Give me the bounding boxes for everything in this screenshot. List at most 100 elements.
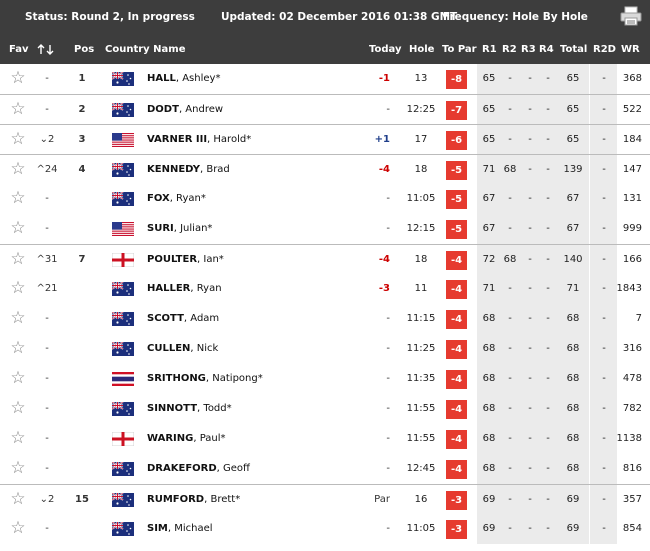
player-name[interactable]: POULTER, Ian* — [147, 245, 224, 275]
position: 7 — [78, 254, 86, 265]
position — [72, 514, 92, 544]
table-row[interactable]: ☆ ⌄2 15 RUMFORD, Brett* Par 16 -3 69 - -… — [0, 484, 650, 514]
player-name[interactable]: CULLEN, Nick — [147, 334, 218, 364]
position-move: - — [45, 463, 49, 474]
world-ranking: 782 — [622, 403, 642, 414]
table-row[interactable]: ☆ - FOX, Ryan* - 11:05 -5 67 - - - 67 - … — [0, 184, 650, 214]
table-row[interactable]: ☆ ^31 7 POULTER, Ian* -4 18 -4 72 68 - -… — [0, 244, 650, 274]
world-ranking: 1843 — [616, 283, 642, 294]
star-outline-icon[interactable]: ☆ — [8, 394, 28, 424]
col-fav[interactable]: Fav — [9, 44, 29, 55]
col-r1[interactable]: R1 — [482, 44, 497, 55]
col-r3[interactable]: R3 — [521, 44, 536, 55]
position — [72, 304, 92, 334]
star-outline-icon[interactable]: ☆ — [8, 245, 28, 275]
col-wr[interactable]: WR — [621, 44, 640, 55]
star-outline-icon[interactable]: ☆ — [8, 184, 28, 214]
player-name[interactable]: SINNOTT, Todd* — [147, 394, 232, 424]
player-name[interactable]: VARNER III, Harold* — [147, 125, 251, 155]
player-name[interactable]: WARING, Paul* — [147, 424, 226, 454]
star-outline-icon[interactable]: ☆ — [8, 424, 28, 454]
today-score: - — [386, 193, 390, 204]
printer-icon[interactable] — [620, 6, 642, 26]
table-row[interactable]: ☆ - WARING, Paul* - 11:55 -4 68 - - - 68… — [0, 424, 650, 454]
col-r4[interactable]: R4 — [539, 44, 554, 55]
table-row[interactable]: ☆ - 1 HALL, Ashley* -1 13 -8 65 - - - 65… — [0, 64, 650, 94]
player-name[interactable]: DODT, Andrew — [147, 95, 223, 125]
position-move: ^24 — [36, 164, 58, 175]
table-row[interactable]: ☆ - SCOTT, Adam - 11:15 -4 68 - - - 68 -… — [0, 304, 650, 334]
round-4: - — [546, 223, 550, 234]
star-outline-icon[interactable]: ☆ — [8, 125, 28, 155]
player-name[interactable]: RUMFORD, Brett* — [147, 485, 240, 515]
star-outline-icon[interactable]: ☆ — [8, 214, 28, 244]
today-score: - — [386, 104, 390, 115]
table-row[interactable]: ☆ - SIM, Michael - 11:05 -3 69 - - - 69 … — [0, 514, 650, 544]
col-to-par[interactable]: To Par — [442, 44, 477, 55]
table-row[interactable]: ☆ - 2 DODT, Andrew - 12:25 -7 65 - - - 6… — [0, 94, 650, 124]
star-outline-icon[interactable]: ☆ — [8, 514, 28, 544]
star-outline-icon[interactable]: ☆ — [8, 274, 28, 304]
player-name[interactable]: DRAKEFORD, Geoff — [147, 454, 250, 484]
position-move: - — [45, 73, 49, 84]
star-outline-icon[interactable]: ☆ — [8, 364, 28, 394]
star-outline-icon[interactable]: ☆ — [8, 485, 28, 515]
table-row[interactable]: ☆ - CULLEN, Nick - 11:25 -4 68 - - - 68 … — [0, 334, 650, 364]
round-3: - — [528, 134, 532, 145]
star-outline-icon[interactable]: ☆ — [8, 334, 28, 364]
player-name[interactable]: SRITHONG, Natipong* — [147, 364, 263, 394]
star-outline-icon[interactable]: ☆ — [8, 304, 28, 334]
star-outline-icon[interactable]: ☆ — [8, 64, 28, 94]
round-4: - — [546, 463, 550, 474]
star-outline-icon[interactable]: ☆ — [8, 454, 28, 484]
round-2: - — [508, 433, 512, 444]
table-row[interactable]: ☆ - SRITHONG, Natipong* - 11:35 -4 68 - … — [0, 364, 650, 394]
col-r2[interactable]: R2 — [502, 44, 517, 55]
total-score: 68 — [566, 313, 580, 324]
col-country-name[interactable]: Country Name — [105, 44, 185, 55]
col-hole[interactable]: Hole — [409, 44, 434, 55]
hole: 18 — [414, 254, 428, 265]
player-name[interactable]: SIM, Michael — [147, 514, 213, 544]
col-pos[interactable]: Pos — [74, 44, 94, 55]
today-score: - — [386, 403, 390, 414]
update-frequency: Frequency: Hole By Hole — [443, 11, 588, 23]
table-row[interactable]: ☆ - SURI, Julian* - 12:15 -5 67 - - - 67… — [0, 214, 650, 244]
total-score: 69 — [566, 494, 580, 505]
round-4: - — [546, 73, 550, 84]
player-name[interactable]: HALLER, Ryan — [147, 274, 222, 304]
to-par-badge: -4 — [446, 400, 467, 419]
table-row[interactable]: ☆ ^24 4 KENNEDY, Brad -4 18 -5 71 68 - -… — [0, 154, 650, 184]
position — [72, 274, 92, 304]
world-ranking: 357 — [622, 494, 642, 505]
round-1: 68 — [482, 373, 496, 384]
sort-arrows-icon[interactable] — [37, 44, 55, 55]
position-move: ⌄2 — [39, 494, 55, 505]
round-4: - — [546, 373, 550, 384]
today-score: - — [386, 313, 390, 324]
round-1: 65 — [482, 73, 496, 84]
player-name[interactable]: HALL, Ashley* — [147, 64, 220, 94]
col-today[interactable]: Today — [369, 44, 401, 55]
australia-flag-icon — [111, 341, 134, 356]
hole: 11:05 — [406, 193, 436, 204]
player-name[interactable]: SURI, Julian* — [147, 214, 212, 244]
star-outline-icon[interactable]: ☆ — [8, 95, 28, 125]
to-par-badge: -4 — [446, 280, 467, 299]
col-total[interactable]: Total — [560, 44, 587, 55]
today-score: +1 — [374, 134, 390, 145]
col-r2d[interactable]: R2D — [593, 44, 616, 55]
table-row[interactable]: ☆ - DRAKEFORD, Geoff - 12:45 -4 68 - - -… — [0, 454, 650, 484]
player-name[interactable]: SCOTT, Adam — [147, 304, 219, 334]
position: 4 — [78, 164, 86, 175]
table-row[interactable]: ☆ ⌄2 3 VARNER III, Harold* +1 17 -6 65 -… — [0, 124, 650, 154]
player-name[interactable]: KENNEDY, Brad — [147, 155, 230, 185]
star-outline-icon[interactable]: ☆ — [8, 155, 28, 185]
world-ranking: 184 — [622, 134, 642, 145]
player-name[interactable]: FOX, Ryan* — [147, 184, 206, 214]
table-row[interactable]: ☆ ^21 HALLER, Ryan -3 11 -4 71 - - - 71 … — [0, 274, 650, 304]
total-score: 65 — [566, 134, 580, 145]
round-2: - — [508, 193, 512, 204]
round-3: - — [528, 223, 532, 234]
table-row[interactable]: ☆ - SINNOTT, Todd* - 11:55 -4 68 - - - 6… — [0, 394, 650, 424]
